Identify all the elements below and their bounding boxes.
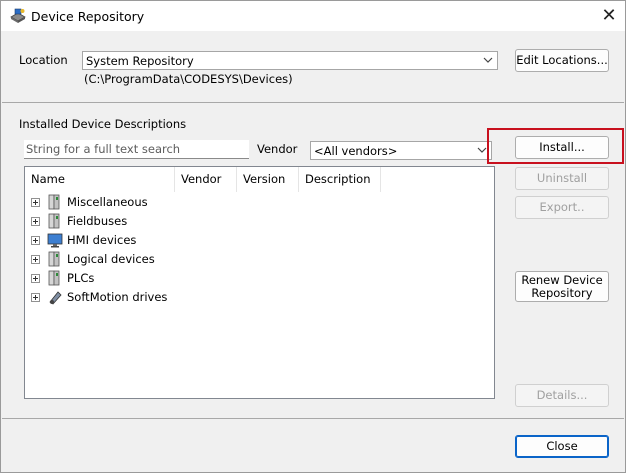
tree-item-miscellaneous[interactable]: Miscellaneous <box>25 193 485 212</box>
renew-button-line1: Renew Device <box>521 273 603 287</box>
column-header-vendor[interactable]: Vendor <box>175 167 237 192</box>
expand-plus-icon[interactable] <box>31 255 40 264</box>
export-button[interactable]: Export.. <box>515 196 609 219</box>
bottom-divider <box>2 418 624 419</box>
tree-item-label: HMI devices <box>67 233 137 247</box>
tree-item-logical-devices[interactable]: Logical devices <box>25 250 485 269</box>
tree-item-label: Logical devices <box>67 252 155 266</box>
install-highlight-box <box>487 128 624 164</box>
tree-item-plcs[interactable]: PLCs <box>25 269 485 288</box>
details-button[interactable]: Details... <box>515 384 609 407</box>
close-button[interactable]: Close <box>515 435 609 458</box>
device-tree[interactable]: Name Vendor Version Description Miscella… <box>24 166 495 399</box>
expand-plus-icon[interactable] <box>31 274 40 283</box>
tree-item-label: PLCs <box>67 271 95 285</box>
tree-item-hmi-devices[interactable]: HMI devices <box>25 231 485 250</box>
expand-plus-icon[interactable] <box>31 217 40 226</box>
hmi-monitor-icon <box>47 233 63 248</box>
device-module-icon <box>48 213 60 229</box>
vendor-combobox[interactable]: <All vendors> <box>310 141 492 160</box>
device-repository-window: Device Repository ✕ Location System Repo… <box>0 0 626 473</box>
title-bar: Device Repository ✕ <box>1 1 625 31</box>
column-header-version[interactable]: Version <box>237 167 299 192</box>
renew-device-repository-button[interactable]: Renew Device Repository <box>515 271 609 302</box>
location-combobox[interactable]: System Repository <box>82 51 498 70</box>
tree-item-fieldbuses[interactable]: Fieldbuses <box>25 212 485 231</box>
edit-locations-button[interactable]: Edit Locations... <box>515 49 609 72</box>
location-label: Location <box>19 53 68 67</box>
chevron-down-icon <box>483 57 493 63</box>
device-module-icon <box>48 194 60 210</box>
column-header-name[interactable]: Name <box>25 167 175 192</box>
renew-button-line2: Repository <box>531 286 593 300</box>
installed-section-label: Installed Device Descriptions <box>19 117 187 131</box>
window-title: Device Repository <box>31 9 145 24</box>
expand-plus-icon[interactable] <box>31 236 40 245</box>
tree-item-label: Miscellaneous <box>67 195 148 209</box>
column-header-description[interactable]: Description <box>299 167 381 192</box>
full-text-search-input[interactable] <box>24 140 249 159</box>
tree-item-label: Fieldbuses <box>67 214 128 228</box>
location-path: (C:\ProgramData\CODESYS\Devices) <box>84 72 293 86</box>
tree-item-label: SoftMotion drives <box>67 290 168 304</box>
device-module-icon <box>48 270 60 286</box>
location-selected-value: System Repository <box>86 54 194 68</box>
vendor-label: Vendor <box>257 142 298 156</box>
tree-item-softmotion-drives[interactable]: SoftMotion drives <box>25 288 485 307</box>
close-window-icon[interactable]: ✕ <box>597 4 621 28</box>
softmotion-drive-icon <box>49 291 62 305</box>
codesys-app-icon <box>10 8 26 23</box>
uninstall-button[interactable]: Uninstall <box>515 167 609 190</box>
device-module-icon <box>48 251 60 267</box>
section-divider <box>2 102 624 103</box>
vendor-selected-value: <All vendors> <box>314 144 398 158</box>
expand-plus-icon[interactable] <box>31 198 40 207</box>
expand-plus-icon[interactable] <box>31 293 40 302</box>
